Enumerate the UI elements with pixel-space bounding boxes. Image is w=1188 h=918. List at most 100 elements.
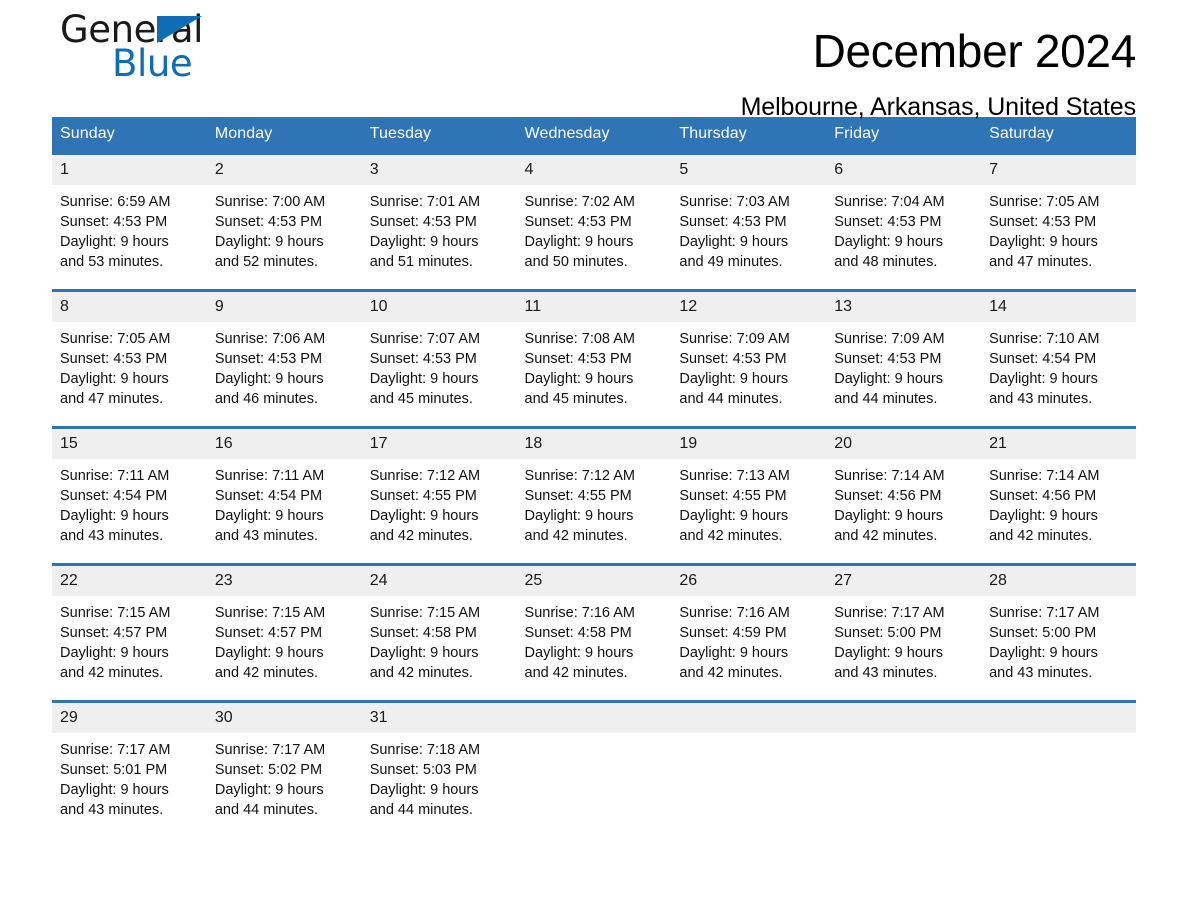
calendar-day-cell[interactable]: 23 Sunrise: 7:15 AM Sunset: 4:57 PM Dayligh… (206, 563, 362, 702)
calendar-day-cell[interactable]: 25 Sunrise: 7:16 AM Sunset: 4:58 PM Dayligh… (516, 563, 672, 702)
calendar-day-cell[interactable]: 14 Sunrise: 7:10 AM Sunset: 4:54 PM Dayligh… (981, 289, 1136, 428)
sunrise-time: Sunrise: 7:16 AM (679, 605, 790, 621)
sunset-time: Sunset: 5:03 PM (369, 762, 477, 778)
daylight-duration-line2: and 42 minutes. (524, 665, 628, 681)
day-details: Sunrise: 7:11 AM Sunset: 4:54 PM Daylight:… (52, 459, 207, 546)
calendar-day-cell[interactable]: 8 Sunrise: 7:05 AM Sunset: 4:53 PM Daylight… (52, 289, 207, 428)
daylight-duration-line2: and 42 minutes. (524, 528, 628, 544)
sunrise-time: Sunrise: 7:18 AM (369, 742, 481, 758)
calendar-day-cell[interactable]: 3 Sunrise: 7:01 AM Sunset: 4:53 PM Daylight… (361, 152, 517, 291)
calendar-day-cell[interactable]: 1 Sunrise: 6:59 AM Sunset: 4:53 PM Daylight… (52, 152, 207, 291)
day-details (671, 733, 826, 740)
sunrise-time: Sunrise: 7:17 AM (834, 605, 945, 621)
daylight-duration-line2: and 42 minutes. (989, 528, 1093, 544)
calendar-day-cell[interactable]: 11 Sunrise: 7:08 AM Sunset: 4:53 PM Dayligh… (516, 289, 672, 428)
daylight-duration-line2: and 43 minutes. (214, 528, 319, 544)
calendar-day-cell[interactable]: 17 Sunrise: 7:12 AM Sunset: 4:55 PM Dayligh… (361, 426, 517, 565)
day-number: 24 (361, 566, 517, 596)
day-details: Sunrise: 7:08 AM Sunset: 4:53 PM Daylight:… (517, 322, 672, 409)
day-number: 31 (361, 703, 517, 733)
day-number: 9 (206, 292, 362, 322)
calendar-day-cell[interactable]: 2 Sunrise: 7:00 AM Sunset: 4:53 PM Daylight… (206, 152, 362, 291)
sunrise-time: Sunrise: 7:14 AM (834, 468, 945, 484)
day-details: Sunrise: 7:01 AM Sunset: 4:53 PM Daylight:… (362, 185, 517, 272)
sunrise-time: Sunrise: 7:10 AM (989, 331, 1100, 347)
calendar-day-cell[interactable]: 13 Sunrise: 7:09 AM Sunset: 4:53 PM Dayligh… (826, 289, 982, 428)
sunrise-time: Sunrise: 7:01 AM (369, 194, 481, 210)
sunset-time: Sunset: 5:01 PM (60, 762, 168, 778)
day-details: Sunrise: 7:09 AM Sunset: 4:53 PM Daylight:… (826, 322, 981, 409)
daylight-duration-line2: and 51 minutes. (369, 254, 473, 270)
day-details: Sunrise: 7:07 AM Sunset: 4:53 PM Daylight:… (362, 322, 517, 409)
sunset-time: Sunset: 4:53 PM (524, 214, 632, 230)
sunrise-time: Sunrise: 7:11 AM (214, 468, 325, 484)
daylight-duration-line1: Daylight: 9 hours (989, 645, 1098, 661)
sunrise-time: Sunrise: 7:13 AM (679, 468, 790, 484)
calendar-day-cell[interactable]: 26 Sunrise: 7:16 AM Sunset: 4:59 PM Dayligh… (671, 563, 827, 702)
day-number: 25 (516, 566, 672, 596)
sunset-time: Sunset: 4:54 PM (60, 488, 168, 504)
daylight-duration-line2: and 50 minutes. (524, 254, 628, 270)
day-details: Sunrise: 7:05 AM Sunset: 4:53 PM Daylight:… (52, 322, 207, 409)
daylight-duration-line1: Daylight: 9 hours (369, 371, 479, 387)
calendar-week-row: 15 Sunrise: 7:11 AM Sunset: 4:54 PM Dayligh… (52, 426, 1136, 565)
daylight-duration-line2: and 44 minutes. (369, 802, 473, 818)
calendar-day-cell[interactable]: 30 Sunrise: 7:17 AM Sunset: 5:02 PM Dayligh… (206, 700, 362, 837)
calendar-day-cell[interactable]: 20 Sunrise: 7:14 AM Sunset: 4:56 PM Dayligh… (826, 426, 982, 565)
calendar-day-cell[interactable]: 31 Sunrise: 7:18 AM Sunset: 5:03 PM Dayligh… (361, 700, 517, 837)
day-number: 17 (361, 429, 517, 459)
calendar-day-cell[interactable]: 10 Sunrise: 7:07 AM Sunset: 4:53 PM Dayligh… (361, 289, 517, 428)
calendar-day-cell[interactable]: 24 Sunrise: 7:15 AM Sunset: 4:58 PM Dayligh… (361, 563, 517, 702)
day-number: 16 (206, 429, 362, 459)
daylight-duration-line2: and 45 minutes. (524, 391, 628, 407)
calendar-day-cell[interactable]: 12 Sunrise: 7:09 AM Sunset: 4:53 PM Dayligh… (671, 289, 827, 428)
sunset-time: Sunset: 5:00 PM (989, 625, 1097, 641)
daylight-duration-line1: Daylight: 9 hours (524, 508, 634, 524)
calendar-day-cell[interactable]: 18 Sunrise: 7:12 AM Sunset: 4:55 PM Dayligh… (516, 426, 672, 565)
daylight-duration-line1: Daylight: 9 hours (679, 645, 789, 661)
weekday-header-thursday: Thursday (671, 117, 827, 154)
sunset-time: Sunset: 4:54 PM (214, 488, 323, 504)
sunrise-time: Sunrise: 7:17 AM (60, 742, 171, 758)
sunset-time: Sunset: 4:57 PM (214, 625, 323, 641)
day-details: Sunrise: 7:05 AM Sunset: 4:53 PM Daylight:… (981, 185, 1136, 272)
calendar-day-cell[interactable]: 28 Sunrise: 7:17 AM Sunset: 5:00 PM Dayligh… (981, 563, 1136, 702)
weekday-header-saturday: Saturday (981, 117, 1136, 154)
sunrise-time: Sunrise: 7:17 AM (214, 742, 326, 758)
calendar-day-cell[interactable]: 19 Sunrise: 7:13 AM Sunset: 4:55 PM Dayligh… (671, 426, 827, 565)
daylight-duration-line2: and 42 minutes. (834, 528, 938, 544)
calendar-day-cell[interactable]: 5 Sunrise: 7:03 AM Sunset: 4:53 PM Daylight… (671, 152, 827, 291)
blue-triangle-icon (157, 16, 202, 43)
calendar-day-cell[interactable]: 22 Sunrise: 7:15 AM Sunset: 4:57 PM Dayligh… (52, 563, 207, 702)
sunrise-time: Sunrise: 7:08 AM (524, 331, 635, 347)
calendar-day-cell[interactable]: 21 Sunrise: 7:14 AM Sunset: 4:56 PM Dayligh… (981, 426, 1136, 565)
day-number: 14 (981, 292, 1136, 322)
calendar-day-cell[interactable]: 15 Sunrise: 7:11 AM Sunset: 4:54 PM Dayligh… (52, 426, 207, 565)
page-subtitle: Melbourne, Arkansas, United States (740, 93, 1137, 121)
day-number: 21 (981, 429, 1136, 459)
daylight-duration-line1: Daylight: 9 hours (679, 234, 789, 250)
day-details: Sunrise: 7:17 AM Sunset: 5:00 PM Daylight:… (826, 596, 981, 683)
general-blue-logo[interactable]: General Blue (60, 8, 320, 94)
calendar-day-cell[interactable]: 27 Sunrise: 7:17 AM Sunset: 5:00 PM Dayligh… (826, 563, 982, 702)
sunset-time: Sunset: 4:54 PM (989, 351, 1097, 367)
day-details: Sunrise: 7:18 AM Sunset: 5:03 PM Daylight:… (362, 733, 517, 820)
sunrise-time: Sunrise: 7:05 AM (60, 331, 171, 347)
daylight-duration-line1: Daylight: 9 hours (60, 645, 169, 661)
calendar-day-cell[interactable]: 7 Sunrise: 7:05 AM Sunset: 4:53 PM Daylight… (981, 152, 1136, 291)
day-number: 6 (826, 155, 982, 185)
calendar-week-row: 8 Sunrise: 7:05 AM Sunset: 4:53 PM Daylight… (52, 289, 1136, 428)
calendar-day-cell[interactable]: 16 Sunrise: 7:11 AM Sunset: 4:54 PM Dayligh… (206, 426, 362, 565)
day-details: Sunrise: 7:03 AM Sunset: 4:53 PM Daylight:… (671, 185, 826, 272)
sunrise-time: Sunrise: 7:06 AM (214, 331, 326, 347)
calendar-day-cell[interactable]: 29 Sunrise: 7:17 AM Sunset: 5:01 PM Dayligh… (52, 700, 207, 837)
calendar-day-cell[interactable]: 9 Sunrise: 7:06 AM Sunset: 4:53 PM Daylight… (206, 289, 362, 428)
sunrise-time: Sunrise: 7:03 AM (679, 194, 790, 210)
sunrise-time: Sunrise: 7:15 AM (214, 605, 326, 621)
calendar-day-cell[interactable]: 4 Sunrise: 7:02 AM Sunset: 4:53 PM Daylight… (516, 152, 672, 291)
day-details: Sunrise: 7:16 AM Sunset: 4:58 PM Daylight:… (517, 596, 672, 683)
calendar-day-cell[interactable]: 6 Sunrise: 7:04 AM Sunset: 4:53 PM Daylight… (826, 152, 982, 291)
calendar-day-cell-empty (826, 700, 982, 837)
daylight-duration-line1: Daylight: 9 hours (989, 371, 1098, 387)
day-details: Sunrise: 7:02 AM Sunset: 4:53 PM Daylight:… (517, 185, 672, 272)
